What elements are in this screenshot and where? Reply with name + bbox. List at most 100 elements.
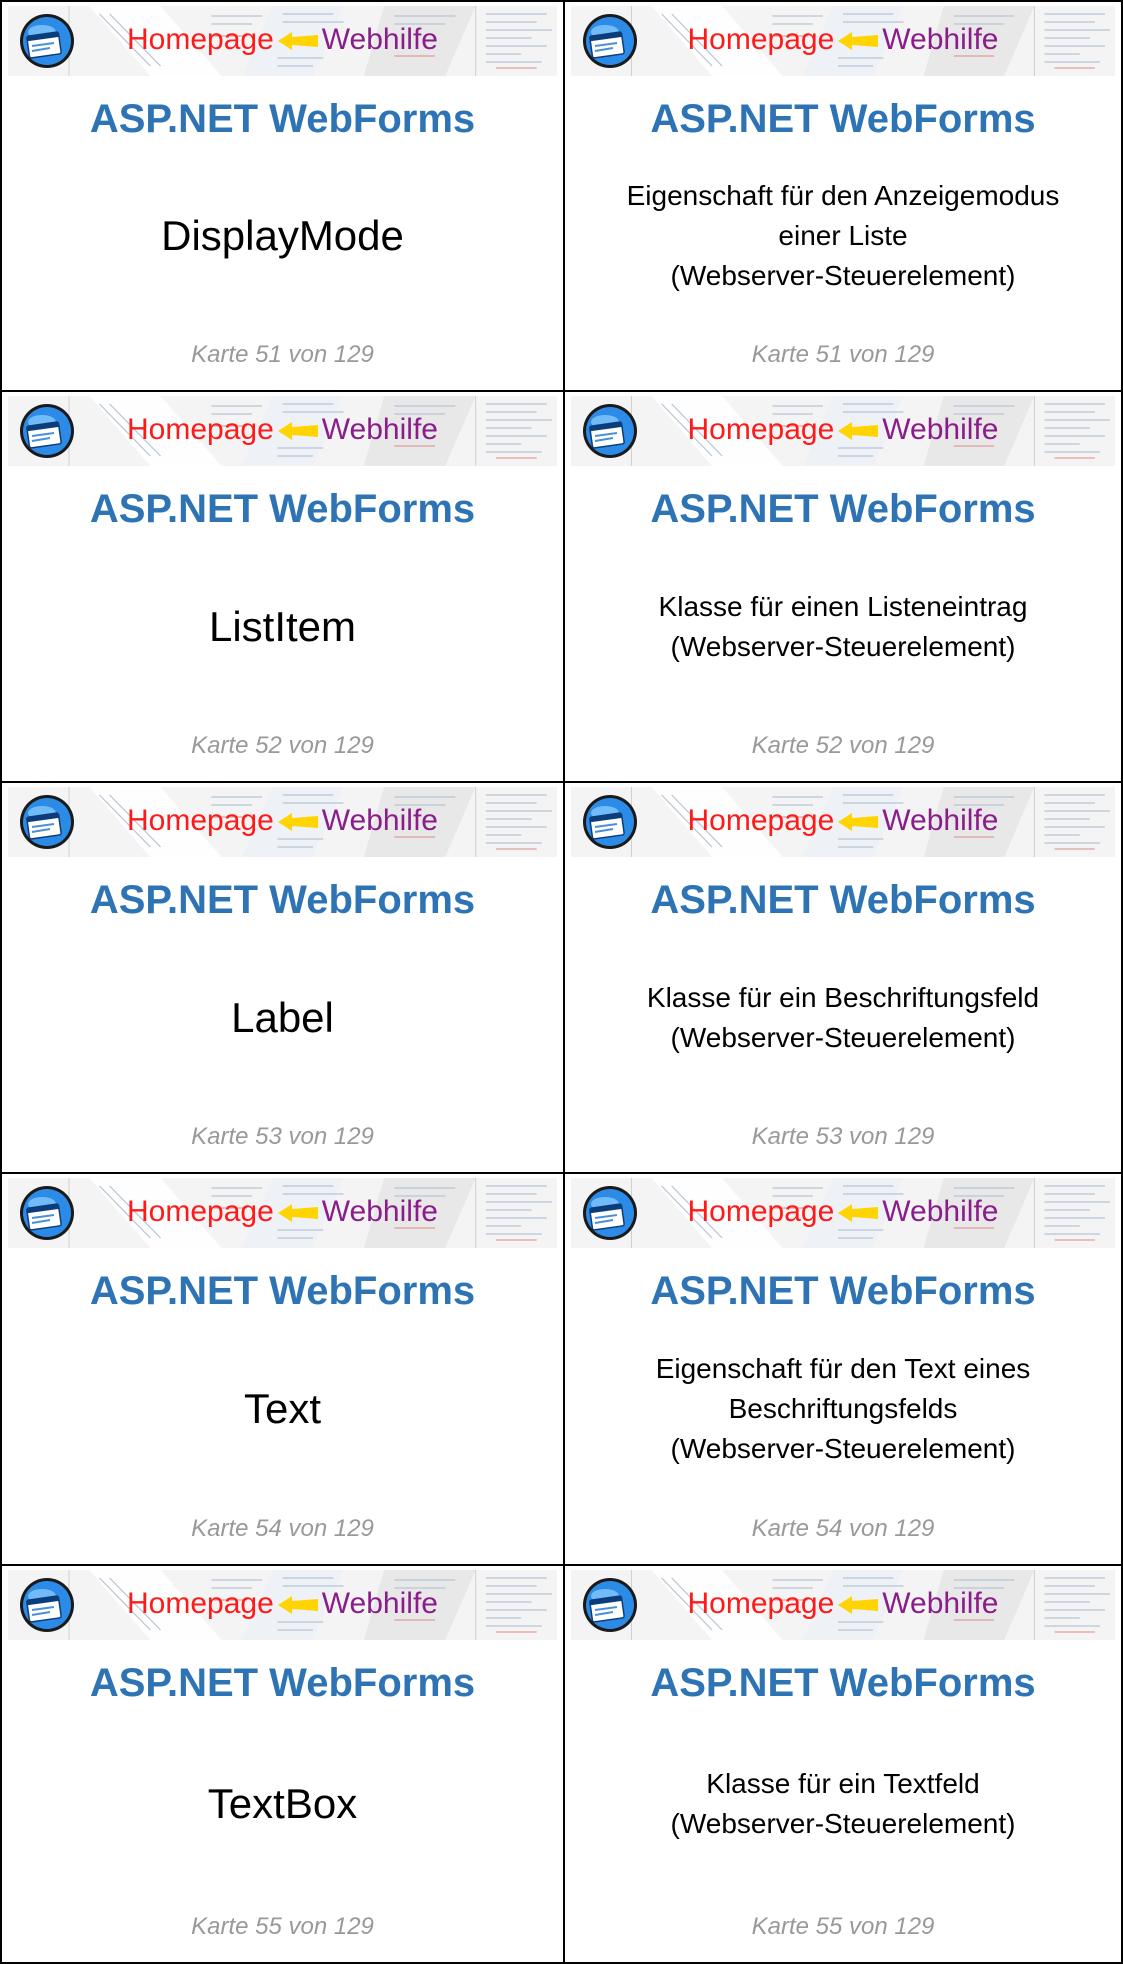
banner-home-text: Homepage: [687, 804, 835, 837]
banner-web-text: Webhilfe: [321, 1195, 438, 1228]
banner-title: Homepage Webhilfe: [571, 801, 1115, 841]
card-description-line: Klasse für ein Textfeld: [706, 1768, 980, 1799]
banner-web-text: Webhilfe: [882, 1587, 999, 1620]
card-counter: Karte 53 von 129: [191, 1123, 374, 1150]
flashcard-front: Homepage Webhilfe ASP.NET WebForms ListIte…: [0, 392, 565, 783]
banner-home-text: Homepage: [127, 23, 274, 56]
banner-title: Homepage Webhilfe: [571, 1584, 1115, 1624]
banner-home-text: Homepage: [687, 1587, 835, 1620]
card-counter: Karte 52 von 129: [191, 732, 374, 759]
yellow-arrow-icon: [838, 422, 879, 441]
banner-title: Homepage Webhilfe: [571, 410, 1115, 450]
card-heading: ASP.NET WebForms: [89, 97, 476, 141]
card-banner: Homepage Webhilfe: [571, 787, 1115, 857]
card-term: Text: [243, 1385, 322, 1432]
card-heading: ASP.NET WebForms: [650, 487, 1036, 531]
card-description-line: (Webserver-Steuerelement): [670, 1808, 1016, 1839]
card-term: ListItem: [208, 602, 357, 650]
banner-title: Homepage Webhilfe: [8, 410, 557, 450]
banner-web-text: Webhilfe: [321, 413, 438, 446]
yellow-arrow-icon: [838, 1204, 879, 1223]
banner-home-text: Homepage: [127, 804, 274, 837]
card-description: Eigenschaft für den Text eines Beschriftu…: [585, 1324, 1101, 1494]
banner-title: Homepage Webhilfe: [571, 1192, 1115, 1232]
banner-title: Homepage Webhilfe: [571, 20, 1115, 60]
yellow-arrow-icon: [838, 813, 879, 832]
card-counter: Karte 55 von 129: [191, 1913, 374, 1940]
card-banner: Homepage Webhilfe: [8, 396, 557, 466]
flashcard-front: Homepage Webhilfe ASP.NET WebForms Text Kar…: [0, 1174, 565, 1566]
card-description-line: einer Liste: [778, 220, 908, 251]
card-description-line: (Webserver-Steuerelement): [670, 260, 1016, 291]
flashcard-back: Homepage Webhilfe ASP.NET WebForms Eigensc…: [565, 0, 1123, 392]
card-heading: ASP.NET WebForms: [89, 878, 476, 922]
card-counter: Karte 55 von 129: [751, 1913, 935, 1940]
banner-web-text: Webhilfe: [882, 23, 999, 56]
flashcard-back: Homepage Webhilfe ASP.NET WebForms Klasse …: [565, 783, 1123, 1174]
card-heading: ASP.NET WebForms: [89, 1661, 476, 1705]
banner-web-text: Webhilfe: [882, 1195, 999, 1228]
banner-title: Homepage Webhilfe: [8, 801, 557, 841]
card-term: TextBox: [207, 1780, 358, 1827]
banner-home-text: Homepage: [687, 413, 835, 446]
yellow-arrow-icon: [838, 32, 879, 51]
card-heading: ASP.NET WebForms: [650, 1661, 1036, 1705]
card-description-line: Eigenschaft für den Anzeigemodus: [626, 180, 1060, 211]
card-description-line: Beschriftungsfelds: [728, 1393, 958, 1424]
banner-title: Homepage Webhilfe: [8, 20, 557, 60]
yellow-arrow-icon: [277, 1204, 318, 1223]
flashcard-front: Homepage Webhilfe ASP.NET WebForms TextBox…: [0, 1566, 565, 1964]
banner-web-text: Webhilfe: [321, 804, 438, 837]
flashcard-sheet: Homepage Webhilfe ASP.NET WebForms Display…: [0, 0, 1123, 1964]
card-counter: Karte 51 von 129: [191, 341, 374, 368]
yellow-arrow-icon: [277, 813, 318, 832]
card-description-line: Eigenschaft für den Text eines: [655, 1353, 1031, 1384]
flashcard-back: Homepage Webhilfe ASP.NET WebForms Klasse …: [565, 392, 1123, 783]
card-description: Klasse für ein Textfeld (Webserver-Steuer…: [585, 1716, 1101, 1892]
card-heading: ASP.NET WebForms: [650, 97, 1036, 141]
card-term: Label: [231, 993, 334, 1041]
card-counter: Karte 54 von 129: [191, 1515, 374, 1542]
flashcard-back: Homepage Webhilfe ASP.NET WebForms Eigensc…: [565, 1174, 1123, 1566]
flashcard-back: Homepage Webhilfe ASP.NET WebForms Klasse …: [565, 1566, 1123, 1964]
card-description-line: Klasse für einen Listeneintrag: [658, 590, 1028, 622]
card-description-line: Klasse für ein Beschriftungsfeld: [646, 981, 1040, 1013]
flashcard-front: Homepage Webhilfe ASP.NET WebForms Display…: [0, 0, 565, 392]
card-description-line: (Webserver-Steuerelement): [670, 1021, 1016, 1053]
card-banner: Homepage Webhilfe: [8, 6, 557, 76]
card-banner: Homepage Webhilfe: [8, 1570, 557, 1640]
banner-web-text: Webhilfe: [321, 23, 438, 56]
flashcard-grid: Homepage Webhilfe ASP.NET WebForms Display…: [0, 0, 1123, 1964]
banner-home-text: Homepage: [687, 23, 835, 56]
card-counter: Karte 52 von 129: [751, 732, 935, 759]
banner-home-text: Homepage: [127, 1195, 274, 1228]
card-counter: Karte 53 von 129: [751, 1123, 935, 1150]
card-banner: Homepage Webhilfe: [8, 787, 557, 857]
banner-web-text: Webhilfe: [321, 1587, 438, 1620]
flashcard-front: Homepage Webhilfe ASP.NET WebForms Label Ka…: [0, 783, 565, 1174]
card-term: DisplayMode: [161, 212, 404, 259]
card-description-line: (Webserver-Steuerelement): [670, 630, 1016, 662]
card-counter: Karte 54 von 129: [751, 1515, 935, 1542]
card-heading: ASP.NET WebForms: [89, 487, 476, 531]
banner-home-text: Homepage: [127, 413, 274, 446]
card-counter: Karte 51 von 129: [751, 341, 935, 368]
card-banner: Homepage Webhilfe: [571, 1178, 1115, 1248]
card-banner: Homepage Webhilfe: [8, 1178, 557, 1248]
banner-title: Homepage Webhilfe: [8, 1584, 557, 1624]
card-description: Klasse für ein Beschriftungsfeld (Webserv…: [585, 933, 1101, 1102]
card-description-line: (Webserver-Steuerelement): [670, 1433, 1016, 1464]
yellow-arrow-icon: [838, 1596, 879, 1615]
card-description: Eigenschaft für den Anzeigemodus einer Li…: [585, 152, 1101, 320]
yellow-arrow-icon: [277, 1596, 318, 1615]
banner-web-text: Webhilfe: [882, 413, 999, 446]
yellow-arrow-icon: [277, 32, 318, 51]
card-banner: Homepage Webhilfe: [571, 396, 1115, 466]
card-banner: Homepage Webhilfe: [571, 6, 1115, 76]
yellow-arrow-icon: [277, 422, 318, 441]
banner-web-text: Webhilfe: [882, 804, 999, 837]
card-heading: ASP.NET WebForms: [650, 1269, 1036, 1313]
card-banner: Homepage Webhilfe: [571, 1570, 1115, 1640]
card-description: Klasse für einen Listeneintrag (Webserver…: [585, 542, 1101, 711]
banner-home-text: Homepage: [687, 1195, 835, 1228]
